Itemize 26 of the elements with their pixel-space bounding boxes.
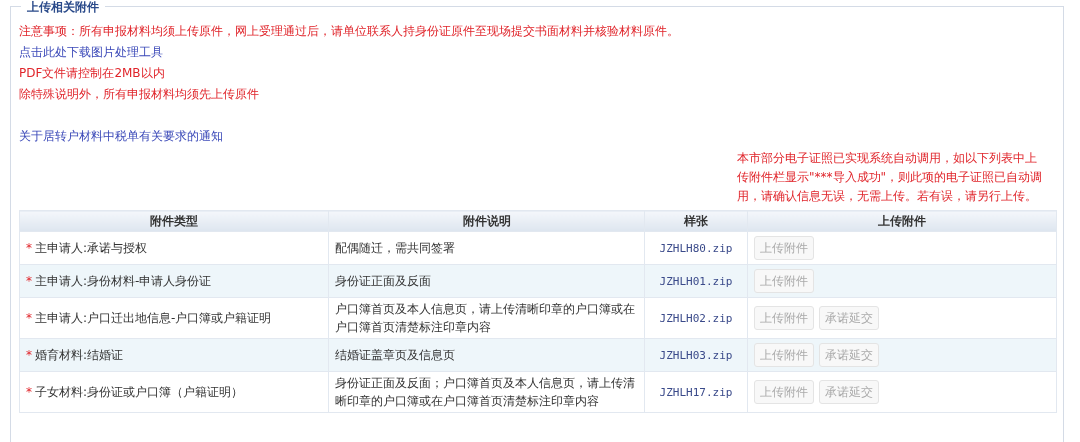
notice-text: 除特殊说明外，所有申报材料均须先上传原件 [19,86,259,103]
required-mark: * [26,348,32,362]
attachment-type: 主申请人:户口迁出地信息-户口簿或户籍证明 [35,311,272,325]
notice-text: 注意事项：所有申报材料均须上传原件，网上受理通过后，请单位联系人持身份证原件至现场提交书面材料并核验材料原件。 [19,23,679,40]
column-header: 上传附件 [747,210,1057,232]
attachment-type: 子女材料:身份证或户口簿（户籍证明） [35,385,244,399]
auto-import-note: 本市部分电子证照已实现系统自动调用，如以下列表中上传附件栏显示"***导入成功"，则此项的电子证照已自动调用，请确认信息无误，无需上传。若有误，请另行上传。 [737,150,1044,205]
notice-link[interactable]: 关于居转户材料中税单有关要求的通知 [19,128,223,145]
attachment-description: 身份证正面及反面；户口簿首页及本人信息页，请上传清晰印章的户口簿或在户口簿首页清楚标注印章内容 [335,376,635,408]
attachment-type: 主申请人:承诺与授权 [35,241,148,255]
attachment-description: 户口簿首页及本人信息页，请上传清晰印章的户口簿或在户口簿首页清楚标注印章内容 [335,302,635,334]
attachment-type: 婚育材料:结婚证 [35,348,124,362]
attachment-description: 身份证正面及反面 [335,274,431,288]
notice-text: PDF文件请控制在2MB以内 [19,65,165,82]
column-header: 附件说明 [328,210,645,232]
attachment-description: 配偶随迁，需共同签署 [335,241,455,255]
column-header: 附件类型 [19,210,329,232]
attachment-type: 主申请人:身份材料-申请人身份证 [35,274,212,288]
required-mark: * [26,385,32,399]
required-mark: * [26,274,32,288]
notice-link[interactable]: 点击此处下载图片处理工具 [19,44,163,61]
column-header: 样张 [644,210,748,232]
section-title: 上传相关附件 [21,0,105,16]
attachment-description: 结婚证盖章页及信息页 [335,348,455,362]
required-mark: * [26,241,32,255]
required-mark: * [26,311,32,325]
